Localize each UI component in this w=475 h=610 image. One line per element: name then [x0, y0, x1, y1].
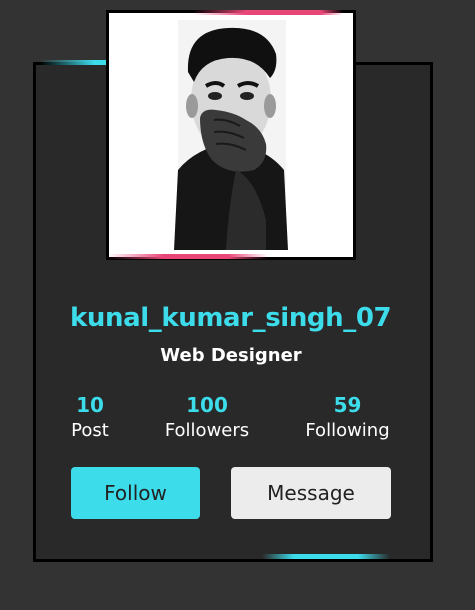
stat-following-label: Following [305, 420, 390, 441]
profile-username: kunal_kumar_singh_07 [70, 303, 392, 333]
profile-role: Web Designer [160, 345, 302, 366]
stat-posts-label: Post [71, 420, 109, 441]
message-button[interactable]: Message [231, 467, 391, 519]
stat-following: 59 Following [290, 393, 405, 445]
card-accent-line-bottom [262, 554, 390, 559]
stat-following-value: 59 [333, 393, 362, 417]
avatar-frame [106, 10, 356, 260]
stat-followers: 100 Followers [152, 393, 262, 445]
avatar-accent-line-top [193, 10, 343, 15]
stat-followers-value: 100 [186, 393, 228, 417]
avatar [116, 20, 346, 250]
avatar-photo [116, 20, 346, 250]
stat-posts-value: 10 [76, 393, 104, 417]
avatar-accent-line-bottom [108, 254, 268, 259]
stat-posts: 10 Post [60, 393, 120, 445]
profile-page: kunal_kumar_singh_07 Web Designer 10 Pos… [0, 0, 475, 610]
stat-followers-label: Followers [164, 420, 250, 441]
card-accent-line-top [40, 60, 108, 65]
follow-button[interactable]: Follow [71, 467, 200, 519]
